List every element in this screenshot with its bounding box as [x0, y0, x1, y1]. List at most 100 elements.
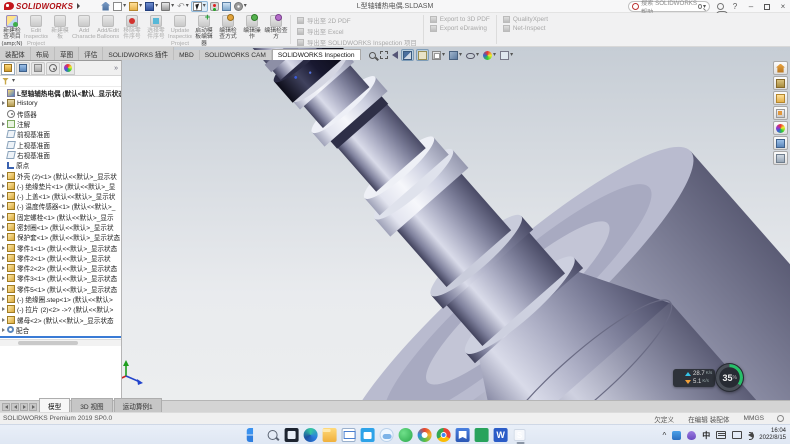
taskbar-task-view[interactable] — [285, 428, 299, 442]
previous-view-button[interactable] — [391, 49, 399, 61]
dropdown-caret-icon[interactable]: ▾ — [442, 52, 445, 58]
tab-nav-prev[interactable] — [11, 403, 19, 411]
net-speed-overlay[interactable]: 28.7K/s 5.1K/s 35% — [683, 363, 744, 392]
minimize-button[interactable]: – — [746, 0, 756, 13]
taskbar-weather[interactable] — [380, 428, 394, 442]
ribbon-button[interactable]: 新建模 板 — [48, 13, 72, 46]
usage-percent-badge[interactable]: 35% — [715, 363, 744, 392]
taskbar-store[interactable] — [361, 428, 375, 442]
new-button[interactable]: ▾ — [112, 1, 127, 12]
select-button[interactable]: ▾ — [191, 1, 208, 12]
solidworks-resources-tab[interactable] — [773, 61, 788, 75]
dropdown-caret-icon[interactable]: ▾ — [476, 52, 479, 58]
tree-item[interactable]: (-) 温度传感器<1> (默认<<默认>_ — [0, 201, 121, 211]
taskbar-start[interactable] — [247, 428, 261, 442]
dropdown-caret-icon[interactable]: ▾ — [155, 3, 158, 9]
zoom-fit-button[interactable] — [368, 49, 377, 61]
export-button[interactable]: 导出至 SOLIDWORKS Inspection 项目 — [297, 38, 417, 47]
save-button[interactable]: ▾ — [144, 1, 159, 12]
taskbar-mail[interactable] — [342, 428, 356, 442]
export-button[interactable]: 导出至 2D PDF — [297, 16, 417, 25]
home-button[interactable] — [100, 1, 111, 12]
custom-properties-tab[interactable] — [773, 136, 788, 150]
ribbon-button[interactable]: 新建检 查项目 (amp;N) — [0, 13, 24, 46]
tab-property-manager[interactable] — [16, 62, 30, 75]
speaker-icon[interactable] — [748, 432, 753, 438]
tree-item[interactable]: (-) 绝缘圈.step<1> (默认<<默认> — [0, 294, 121, 304]
ribbon-button[interactable]: 启动模 板编辑 器 — [192, 13, 216, 46]
forum-tab[interactable] — [773, 151, 788, 165]
command-tab[interactable]: SOLIDWORKS 插件 — [103, 47, 174, 60]
tree-item[interactable]: (-) 拉片 (2)<2> ->? (默认<<默认> — [0, 304, 121, 314]
tree-item[interactable]: 注解 — [0, 119, 121, 129]
command-tab[interactable]: 草图 — [55, 47, 79, 60]
tree-horizontal-scrollbar[interactable] — [0, 339, 121, 346]
tree-item[interactable]: 零件1<1> (默认<<默认>_显示状态 — [0, 242, 121, 252]
clock[interactable]: 16:04 2022/8/15 — [759, 428, 786, 443]
export-button[interactable]: Export to 3D PDF — [430, 16, 490, 23]
display-style-button[interactable]: ▾ — [448, 49, 463, 61]
design-library-tab[interactable] — [773, 76, 788, 90]
taskbar-file-explorer[interactable] — [323, 428, 337, 442]
pane-overflow-icon[interactable]: » — [114, 65, 120, 72]
tray-app-blue-icon[interactable] — [672, 431, 681, 440]
file-explorer-tab[interactable] — [773, 91, 788, 105]
tree-item[interactable]: 上视基准面 — [0, 139, 121, 149]
status-item[interactable]: MMGS — [743, 415, 764, 422]
command-tab[interactable]: MBD — [174, 50, 200, 60]
ime-language-indicator[interactable]: 中 — [702, 430, 710, 441]
tree-item[interactable]: 传感器 — [0, 109, 121, 119]
taskbar-wps[interactable] — [475, 428, 489, 442]
tray-chevron-icon[interactable]: ^ — [663, 431, 667, 440]
tab-nav-next[interactable] — [20, 403, 28, 411]
rollback-bar[interactable] — [0, 336, 121, 338]
view-palette-tab[interactable] — [773, 106, 788, 120]
edit-appearance-button[interactable]: ▾ — [482, 49, 497, 61]
tree-item[interactable]: 外壳 (2)<1> (默认<<默认>_显示状 — [0, 170, 121, 180]
view-tab[interactable]: 3D 视图 — [71, 398, 112, 412]
dropdown-caret-icon[interactable]: ▾ — [459, 52, 462, 58]
export-button[interactable]: QualityXpert — [503, 16, 548, 23]
tree-item[interactable]: 零件2<1> (默认<<默认>_显示状 — [0, 253, 121, 263]
ribbon-button[interactable]: 编辑操 作 — [240, 13, 264, 46]
view-orientation-button[interactable]: ▾ — [431, 49, 446, 61]
ribbon-button[interactable]: Add/Edit Balloons — [96, 13, 120, 46]
tree-item[interactable]: 零件5<1> (默认<<默认>_显示状态 — [0, 284, 121, 294]
export-button[interactable]: Net-Inspect — [503, 25, 548, 32]
command-tab[interactable]: SOLIDWORKS Inspection — [272, 49, 361, 60]
taskbar-ebook-app[interactable] — [456, 428, 470, 442]
tree-item[interactable]: 固定螺栓<1> (默认<<默认>_显示 — [0, 212, 121, 222]
tree-item[interactable]: 右视基准面 — [0, 150, 121, 160]
dropdown-caret-icon[interactable]: ▾ — [186, 3, 189, 9]
dropdown-caret-icon[interactable]: ▾ — [171, 3, 174, 9]
taskbar-solidworks[interactable]: S — [514, 429, 526, 441]
tree-item[interactable]: 螺母<2> (默认<<默认>_显示状态 — [0, 315, 121, 325]
command-tab[interactable]: 装配体 — [0, 47, 31, 60]
taskbar-word[interactable]: W — [494, 428, 508, 442]
help-button[interactable]: ? — [730, 0, 740, 13]
taskbar-edge[interactable] — [304, 428, 318, 442]
view-tab[interactable]: 运动算例1 — [114, 398, 162, 412]
view-tab[interactable]: 模型 — [39, 398, 70, 412]
section-view-button[interactable] — [401, 49, 414, 61]
rebuild-button[interactable] — [209, 1, 220, 12]
ribbon-button[interactable]: 移除零 件序号 — [120, 13, 144, 46]
ribbon-button[interactable]: 编辑检 查方式 — [216, 13, 240, 46]
tree-filter[interactable]: ▾ — [0, 76, 121, 87]
tree-item[interactable]: (-) 绝缘垫片<1> (默认<<默认>_显 — [0, 181, 121, 191]
export-button[interactable]: 导出至 Excel — [297, 27, 417, 36]
ribbon-button[interactable]: 选择零 件序号 — [144, 13, 168, 46]
export-button[interactable]: Export eDrawing — [430, 25, 490, 32]
tab-dimxpert-manager[interactable] — [46, 62, 60, 75]
ribbon-button[interactable]: Edit Inspection Project — [24, 13, 48, 46]
appearances-scenes-tab[interactable] — [773, 121, 788, 135]
command-tab[interactable]: 评估 — [79, 47, 103, 60]
status-tag-icon[interactable] — [777, 415, 784, 422]
restore-button[interactable] — [762, 0, 772, 13]
3d-model-shaft-assembly[interactable] — [122, 48, 790, 400]
dropdown-caret-icon[interactable]: ▾ — [244, 3, 247, 9]
tree-item[interactable]: 密封圈<1> (默认<<默认>_显示状 — [0, 222, 121, 232]
tray-app-purple-icon[interactable] — [687, 431, 696, 440]
open-button[interactable]: ▾ — [128, 1, 143, 12]
dropdown-caret-icon[interactable]: ▾ — [203, 3, 206, 9]
